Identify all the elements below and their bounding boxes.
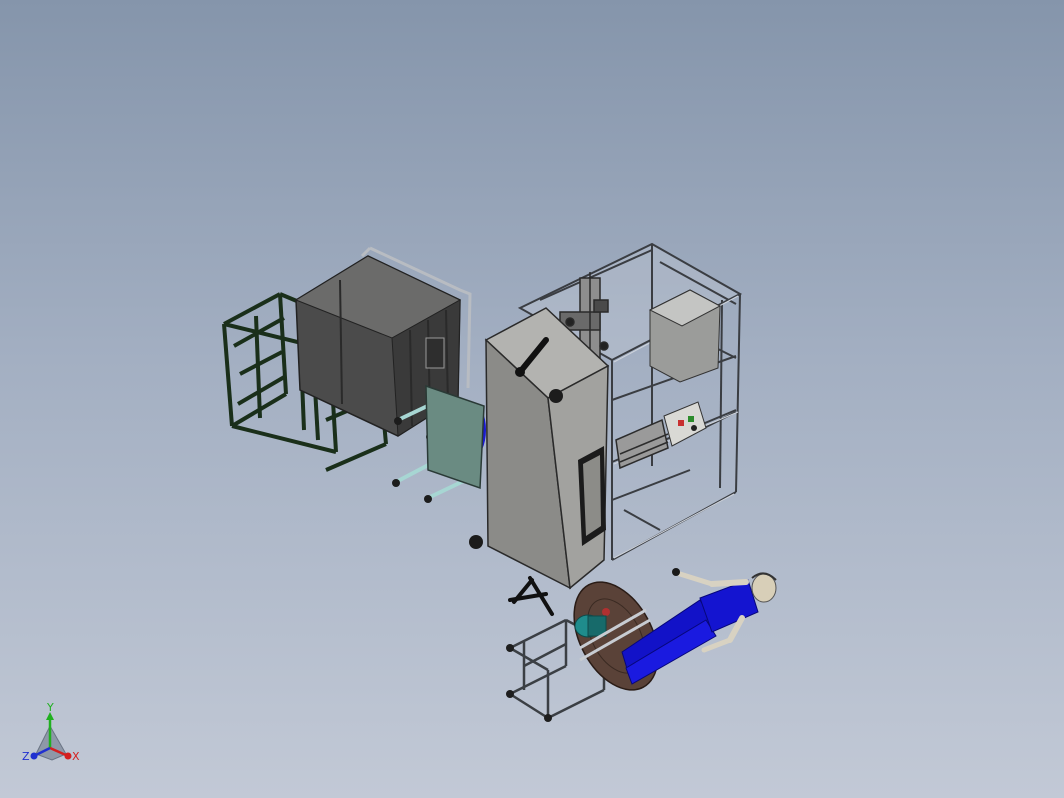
- grey-cabinet[interactable]: [469, 307, 610, 590]
- triad-x-arrowhead: [64, 752, 72, 760]
- triad-y-label: Y: [46, 701, 54, 714]
- control-box-knob[interactable]: [691, 425, 697, 431]
- cabinet-door-window-inner: [583, 455, 601, 536]
- control-box-indicator-green[interactable]: [688, 416, 694, 422]
- triad-z-label: Z: [22, 750, 30, 763]
- mold-tank-label-plate: [425, 337, 445, 369]
- control-box-indicator-red[interactable]: [678, 420, 684, 426]
- clamp-plate[interactable]: [425, 384, 485, 490]
- control-box[interactable]: [663, 401, 707, 447]
- cabinet-handle-top[interactable]: [549, 389, 563, 403]
- disc-marker: [602, 608, 610, 616]
- motor[interactable]: [574, 614, 607, 638]
- orientation-triad: Y X Z: [22, 701, 80, 763]
- triad-x-label: X: [72, 750, 80, 763]
- handwheel[interactable]: [508, 576, 554, 616]
- cabinet-handle-bottom[interactable]: [469, 535, 483, 549]
- cad-viewport[interactable]: Y X Z: [0, 0, 1064, 798]
- cabinet-lever-pivot: [515, 367, 525, 377]
- linear-slide[interactable]: [615, 418, 669, 470]
- cad-scene[interactable]: Y X Z: [0, 0, 1064, 798]
- triad-z-arrowhead: [30, 752, 38, 760]
